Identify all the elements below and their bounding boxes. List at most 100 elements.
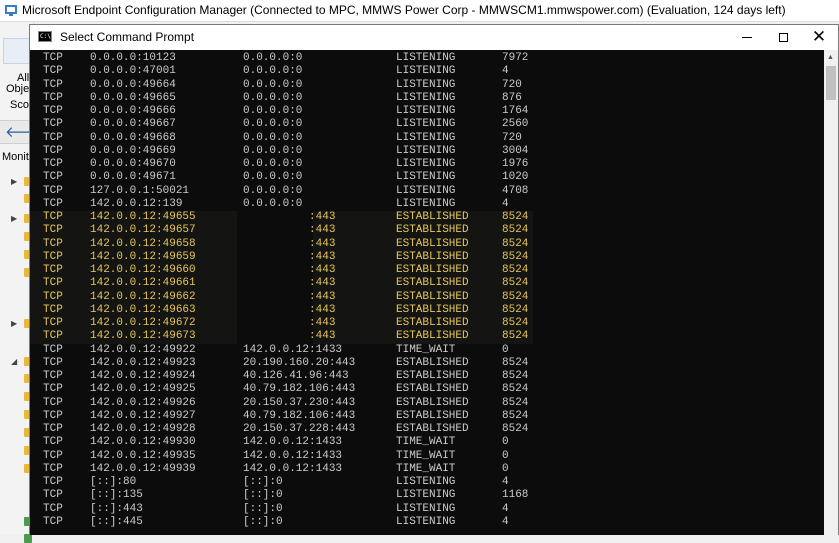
netstat-row: TCP 0.0.0.0:49666 0.0.0.0:0 LISTENING 1764 [43,105,563,118]
netstat-proto: TCP [43,91,63,104]
tree-expand-icon[interactable]: ▶ [11,319,17,328]
tree-expand-icon[interactable]: ▶ [11,177,17,186]
netstat-local: 142.0.0.12:49927 [90,409,196,422]
netstat-state: ESTABLISHED [396,264,469,276]
netstat-proto: TCP [43,356,63,369]
netstat-proto: TCP [43,370,63,382]
netstat-state: LISTENING [396,158,456,170]
scroll-up-icon[interactable]: ▲ [827,54,834,61]
netstat-pid: 4 [502,515,509,528]
netstat-proto: TCP [43,131,63,144]
netstat-pid: 4708 [502,184,529,197]
netstat-proto: TCP [43,197,63,210]
netstat-foreign: [::]:0 [243,476,283,488]
netstat-foreign: 142.0.0.12:1433 [243,462,343,475]
maximize-button[interactable] [766,25,800,50]
netstat-state: LISTENING [396,144,456,157]
minimize-button[interactable] [730,25,764,50]
netstat-state: ESTABLISHED [396,383,469,396]
netstat-pid: 4 [502,476,509,488]
netstat-foreign: 0.0.0.0:0 [243,158,303,170]
netstat-foreign: :443 [243,303,336,316]
netstat-proto: TCP [43,449,63,462]
console-output[interactable]: TCP 0.0.0.0:10123 0.0.0.0:0 LISTENING 7972 TC… [30,50,824,536]
command-prompt-title: Select Command Prompt [60,30,195,44]
netstat-row: TCP 0.0.0.0:47001 0.0.0.0:0 LISTENING 4 [43,65,563,78]
netstat-state: LISTENING [396,131,456,144]
minimize-icon [742,37,752,38]
netstat-pid: 8524 [502,409,529,422]
netstat-state: ESTABLISHED [396,303,469,316]
netstat-proto: TCP [43,144,63,157]
netstat-local: 142.0.0.12:49935 [90,449,196,462]
netstat-proto: TCP [43,383,63,396]
background-window-titlebar: Microsoft Endpoint Configuration Manager… [0,0,839,22]
netstat-foreign: :443 [243,330,336,343]
netstat-foreign: :443 [243,237,336,250]
netstat-foreign: 0.0.0.0:0 [243,184,303,197]
netstat-local: 142.0.0.12:49926 [90,396,196,409]
netstat-state: LISTENING [396,91,456,104]
netstat-foreign: 0.0.0.0:0 [243,78,303,91]
netstat-pid: 1168 [502,489,529,502]
close-button[interactable]: ✕ [802,25,836,50]
netstat-local: 0.0.0.0:49670 [90,158,176,170]
netstat-local: 142.0.0.12:49659 [90,250,196,263]
netstat-foreign: [::]:0 [243,502,283,515]
tree-expand-icon[interactable]: ▶ [11,214,17,223]
netstat-foreign: 0.0.0.0:0 [243,118,303,131]
vertical-scrollbar[interactable]: ▲ [824,50,838,536]
netstat-row: TCP 142.0.0.12:49662 :443 ESTABLISHED 8524 [43,291,563,304]
netstat-state: ESTABLISHED [396,277,469,290]
netstat-row: TCP 127.0.0.1:50021 0.0.0.0:0 LISTENING 4708 [43,185,563,198]
netstat-pid: 0 [502,462,509,475]
netstat-proto: TCP [43,237,63,250]
netstat-row: TCP 142.0.0.12:49659 :443 ESTABLISHED 8524 [43,251,563,264]
netstat-local: [::]:445 [90,515,143,528]
netstat-row: TCP 142.0.0.12:49661 :443 ESTABLISHED 8524 [43,277,563,290]
netstat-state: LISTENING [396,489,456,502]
netstat-row: TCP 0.0.0.0:10123 0.0.0.0:0 LISTENING 7972 [43,52,563,65]
netstat-proto: TCP [43,250,63,263]
netstat-pid: 8524 [502,250,529,263]
netstat-foreign: 0.0.0.0:0 [243,197,303,210]
command-prompt-titlebar[interactable]: C:\ Select Command Prompt ✕ [30,25,838,50]
netstat-proto: TCP [43,118,63,131]
netstat-pid: 8524 [502,356,529,369]
netstat-state: LISTENING [396,502,456,515]
netstat-proto: TCP [43,343,63,356]
netstat-state: LISTENING [396,171,456,184]
netstat-state: ESTABLISHED [396,317,469,329]
tree-collapse-icon[interactable]: ◢ [11,357,17,366]
netstat-pid: 4 [502,65,509,78]
scrollbar-thumb[interactable] [826,66,836,100]
netstat-row: TCP 142.0.0.12:139 0.0.0.0:0 LISTENING 4 [43,198,563,211]
netstat-local: 142.0.0.12:49673 [90,330,196,343]
netstat-state: ESTABLISHED [396,330,469,343]
workspace-label-monitoring: Monit [2,151,29,163]
command-prompt-window[interactable]: C:\ Select Command Prompt ✕ TCP 0.0.0.0:1… [29,24,839,536]
netstat-pid: 8524 [502,290,529,303]
netstat-foreign: 40.79.182.106:443 [243,383,356,396]
netstat-proto: TCP [43,396,63,409]
netstat-row: TCP 142.0.0.12:49927 40.79.182.106:443 ESTA… [43,410,563,423]
netstat-proto: TCP [43,158,63,170]
netstat-pid: 720 [502,131,522,144]
netstat-pid: 8524 [502,237,529,250]
netstat-pid: 7972 [502,52,529,64]
netstat-pid: 8524 [502,330,529,343]
netstat-state: ESTABLISHED [396,370,469,382]
netstat-pid: 8524 [502,277,529,290]
netstat-foreign: 0.0.0.0:0 [243,131,303,144]
netstat-local: 0.0.0.0:47001 [90,65,176,78]
netstat-pid: 1764 [502,105,529,117]
netstat-proto: TCP [43,171,63,184]
netstat-state: ESTABLISHED [396,250,469,263]
netstat-local: 0.0.0.0:49664 [90,78,176,91]
netstat-local: 142.0.0.12:49930 [90,436,196,449]
netstat-local: [::]:80 [90,476,137,488]
config-manager-icon [5,5,17,16]
netstat-local: [::]:443 [90,502,143,515]
netstat-foreign: [::]:0 [243,489,283,502]
netstat-local: 142.0.0.12:49662 [90,290,196,303]
